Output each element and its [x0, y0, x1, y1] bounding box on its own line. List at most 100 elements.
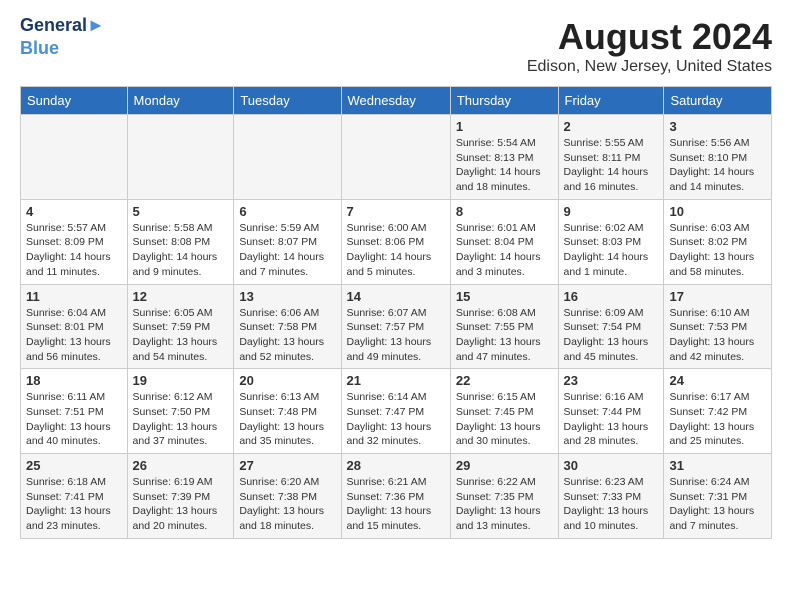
logo-text: General► — [20, 16, 105, 36]
calendar-cell: 26 Sunrise: 6:19 AMSunset: 7:39 PMDayligh… — [127, 454, 234, 539]
day-info: Sunrise: 6:22 AMSunset: 7:35 PMDaylight:… — [456, 475, 553, 534]
week-row-1: 1Sunrise: 5:54 AMSunset: 8:13 PMDaylight… — [21, 115, 772, 200]
calendar-cell: 10 Sunrise: 6:03 AMSunset: 8:02 PMDayligh… — [664, 199, 772, 284]
calendar-cell: 31 Sunrise: 6:24 AMSunset: 7:31 PMDayligh… — [664, 454, 772, 539]
calendar-cell: 11 Sunrise: 6:04 AMSunset: 8:01 PMDayligh… — [21, 284, 128, 369]
day-info: Sunrise: 6:01 AMSunset: 8:04 PMDaylight:… — [456, 221, 553, 280]
day-info: Sunrise: 6:05 AMSunset: 7:59 PMDaylight:… — [133, 306, 229, 365]
week-row-2: 4 Sunrise: 5:57 AMSunset: 8:09 PMDaylight… — [21, 199, 772, 284]
day-info: Sunrise: 5:54 AMSunset: 8:13 PMDaylight:… — [456, 136, 553, 195]
day-number: 15 — [456, 289, 553, 304]
day-number: 4 — [26, 204, 122, 219]
day-number: 23 — [564, 373, 659, 388]
day-info: Sunrise: 6:19 AMSunset: 7:39 PMDaylight:… — [133, 475, 229, 534]
calendar-cell: 1Sunrise: 5:54 AMSunset: 8:13 PMDaylight… — [450, 115, 558, 200]
calendar-cell: 2 Sunrise: 5:55 AMSunset: 8:11 PMDaylight… — [558, 115, 664, 200]
location-title: Edison, New Jersey, United States — [527, 58, 772, 76]
logo: General► Blue — [20, 16, 105, 59]
weekday-header-saturday: Saturday — [664, 87, 772, 115]
day-info: Sunrise: 6:24 AMSunset: 7:31 PMDaylight:… — [669, 475, 766, 534]
day-number: 30 — [564, 458, 659, 473]
calendar-cell: 13Sunrise: 6:06 AMSunset: 7:58 PMDayligh… — [234, 284, 341, 369]
day-number: 5 — [133, 204, 229, 219]
calendar-cell: 6 Sunrise: 5:59 AMSunset: 8:07 PMDaylight… — [234, 199, 341, 284]
calendar-cell: 12 Sunrise: 6:05 AMSunset: 7:59 PMDayligh… — [127, 284, 234, 369]
day-number: 28 — [347, 458, 445, 473]
weekday-header-thursday: Thursday — [450, 87, 558, 115]
day-info: Sunrise: 6:15 AMSunset: 7:45 PMDaylight:… — [456, 390, 553, 449]
weekday-header-wednesday: Wednesday — [341, 87, 450, 115]
day-number: 2 — [564, 119, 659, 134]
calendar-cell: 19 Sunrise: 6:12 AMSunset: 7:50 PMDayligh… — [127, 369, 234, 454]
day-info: Sunrise: 6:00 AMSunset: 8:06 PMDaylight:… — [347, 221, 445, 280]
day-number: 12 — [133, 289, 229, 304]
day-number: 14 — [347, 289, 445, 304]
calendar-cell: 15 Sunrise: 6:08 AMSunset: 7:55 PMDayligh… — [450, 284, 558, 369]
weekday-header-monday: Monday — [127, 87, 234, 115]
day-number: 20 — [239, 373, 335, 388]
day-info: Sunrise: 6:07 AMSunset: 7:57 PMDaylight:… — [347, 306, 445, 365]
day-info: Sunrise: 6:02 AMSunset: 8:03 PMDaylight:… — [564, 221, 659, 280]
day-info: Sunrise: 6:12 AMSunset: 7:50 PMDaylight:… — [133, 390, 229, 449]
day-number: 29 — [456, 458, 553, 473]
day-info: Sunrise: 6:03 AMSunset: 8:02 PMDaylight:… — [669, 221, 766, 280]
day-number: 25 — [26, 458, 122, 473]
day-info: Sunrise: 6:18 AMSunset: 7:41 PMDaylight:… — [26, 475, 122, 534]
day-info: Sunrise: 6:08 AMSunset: 7:55 PMDaylight:… — [456, 306, 553, 365]
day-info: Sunrise: 6:09 AMSunset: 7:54 PMDaylight:… — [564, 306, 659, 365]
calendar-cell — [127, 115, 234, 200]
day-number: 10 — [669, 204, 766, 219]
day-info: Sunrise: 6:21 AMSunset: 7:36 PMDaylight:… — [347, 475, 445, 534]
day-info: Sunrise: 6:10 AMSunset: 7:53 PMDaylight:… — [669, 306, 766, 365]
calendar-cell: 4 Sunrise: 5:57 AMSunset: 8:09 PMDaylight… — [21, 199, 128, 284]
calendar-cell — [341, 115, 450, 200]
day-number: 16 — [564, 289, 659, 304]
day-number: 26 — [133, 458, 229, 473]
day-info: Sunrise: 5:58 AMSunset: 8:08 PMDaylight:… — [133, 221, 229, 280]
week-row-5: 25 Sunrise: 6:18 AMSunset: 7:41 PMDayligh… — [21, 454, 772, 539]
weekday-header-row: SundayMondayTuesdayWednesdayThursdayFrid… — [21, 87, 772, 115]
day-number: 27 — [239, 458, 335, 473]
day-number: 22 — [456, 373, 553, 388]
calendar-cell: 8Sunrise: 6:01 AMSunset: 8:04 PMDaylight… — [450, 199, 558, 284]
day-number: 17 — [669, 289, 766, 304]
day-info: Sunrise: 5:59 AMSunset: 8:07 PMDaylight:… — [239, 221, 335, 280]
day-info: Sunrise: 6:13 AMSunset: 7:48 PMDaylight:… — [239, 390, 335, 449]
calendar-cell: 24Sunrise: 6:17 AMSunset: 7:42 PMDayligh… — [664, 369, 772, 454]
calendar-cell: 17 Sunrise: 6:10 AMSunset: 7:53 PMDayligh… — [664, 284, 772, 369]
calendar-cell: 25 Sunrise: 6:18 AMSunset: 7:41 PMDayligh… — [21, 454, 128, 539]
week-row-3: 11 Sunrise: 6:04 AMSunset: 8:01 PMDayligh… — [21, 284, 772, 369]
day-number: 9 — [564, 204, 659, 219]
weekday-header-friday: Friday — [558, 87, 664, 115]
title-area: August 2024 Edison, New Jersey, United S… — [527, 16, 772, 76]
calendar-cell: 3 Sunrise: 5:56 AMSunset: 8:10 PMDaylight… — [664, 115, 772, 200]
weekday-header-tuesday: Tuesday — [234, 87, 341, 115]
logo-blue: Blue — [20, 38, 59, 59]
day-info: Sunrise: 6:04 AMSunset: 8:01 PMDaylight:… — [26, 306, 122, 365]
calendar-cell: 27 Sunrise: 6:20 AMSunset: 7:38 PMDayligh… — [234, 454, 341, 539]
day-number: 3 — [669, 119, 766, 134]
calendar-cell: 18 Sunrise: 6:11 AMSunset: 7:51 PMDayligh… — [21, 369, 128, 454]
day-number: 6 — [239, 204, 335, 219]
day-number: 13 — [239, 289, 335, 304]
day-number: 19 — [133, 373, 229, 388]
calendar-cell: 5 Sunrise: 5:58 AMSunset: 8:08 PMDaylight… — [127, 199, 234, 284]
day-info: Sunrise: 6:11 AMSunset: 7:51 PMDaylight:… — [26, 390, 122, 449]
weekday-header-sunday: Sunday — [21, 87, 128, 115]
calendar-cell: 30Sunrise: 6:23 AMSunset: 7:33 PMDayligh… — [558, 454, 664, 539]
day-info: Sunrise: 6:20 AMSunset: 7:38 PMDaylight:… — [239, 475, 335, 534]
day-info: Sunrise: 5:55 AMSunset: 8:11 PMDaylight:… — [564, 136, 659, 195]
calendar-cell: 16 Sunrise: 6:09 AMSunset: 7:54 PMDayligh… — [558, 284, 664, 369]
day-number: 18 — [26, 373, 122, 388]
calendar-cell: 21Sunrise: 6:14 AMSunset: 7:47 PMDayligh… — [341, 369, 450, 454]
calendar-cell: 22 Sunrise: 6:15 AMSunset: 7:45 PMDayligh… — [450, 369, 558, 454]
day-number: 31 — [669, 458, 766, 473]
month-title: August 2024 — [527, 16, 772, 58]
day-number: 7 — [347, 204, 445, 219]
calendar-cell: 23Sunrise: 6:16 AMSunset: 7:44 PMDayligh… — [558, 369, 664, 454]
day-info: Sunrise: 5:57 AMSunset: 8:09 PMDaylight:… — [26, 221, 122, 280]
day-number: 24 — [669, 373, 766, 388]
calendar-cell: 9 Sunrise: 6:02 AMSunset: 8:03 PMDaylight… — [558, 199, 664, 284]
day-info: Sunrise: 5:56 AMSunset: 8:10 PMDaylight:… — [669, 136, 766, 195]
day-number: 11 — [26, 289, 122, 304]
